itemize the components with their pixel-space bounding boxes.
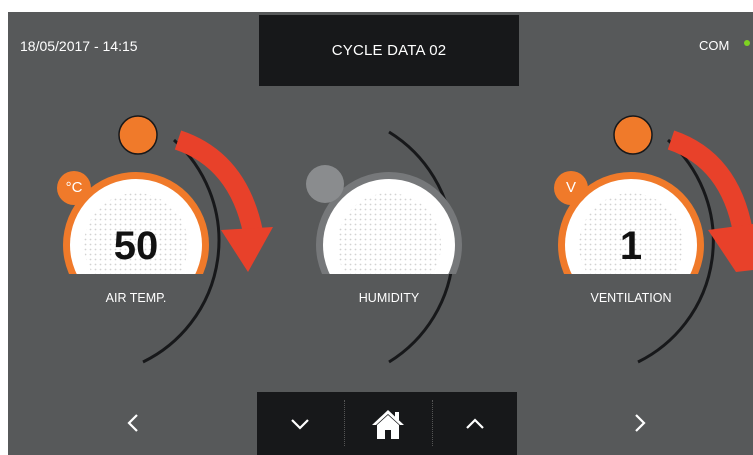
air-temp-label: AIR TEMP. — [105, 291, 167, 305]
next-button[interactable] — [625, 408, 655, 438]
chevron-left-icon — [127, 414, 138, 432]
air-temp-knob[interactable] — [118, 115, 158, 155]
air-temp-arrow-head — [221, 227, 273, 272]
ventilation-label: VENTILATION — [590, 291, 672, 305]
screen: 18/05/2017 - 14:15 CYCLE DATA 02 COM °C … — [0, 0, 753, 455]
humidity-knob[interactable] — [306, 165, 344, 203]
air-temp-unit: °C — [65, 179, 83, 196]
main-panel: 18/05/2017 - 14:15 CYCLE DATA 02 COM °C … — [8, 12, 753, 455]
ventilation-knob[interactable] — [613, 115, 653, 155]
home-icon — [372, 409, 404, 439]
chevron-down-icon — [291, 418, 309, 430]
ventilation-value: 1 — [619, 224, 643, 268]
down-button[interactable] — [257, 392, 343, 455]
ventilation-arrow-head — [708, 224, 753, 272]
prev-button[interactable] — [118, 408, 148, 438]
ventilation-unit: V — [565, 179, 576, 196]
home-button[interactable] — [345, 392, 431, 455]
chevron-right-icon — [635, 414, 646, 432]
up-button[interactable] — [433, 392, 517, 455]
bottom-nav-bar — [257, 392, 517, 455]
air-temp-value: 50 — [113, 224, 159, 268]
humidity-label: HUMIDITY — [358, 291, 420, 305]
humidity-gauge[interactable] — [306, 130, 462, 364]
chevron-up-icon — [466, 417, 484, 429]
